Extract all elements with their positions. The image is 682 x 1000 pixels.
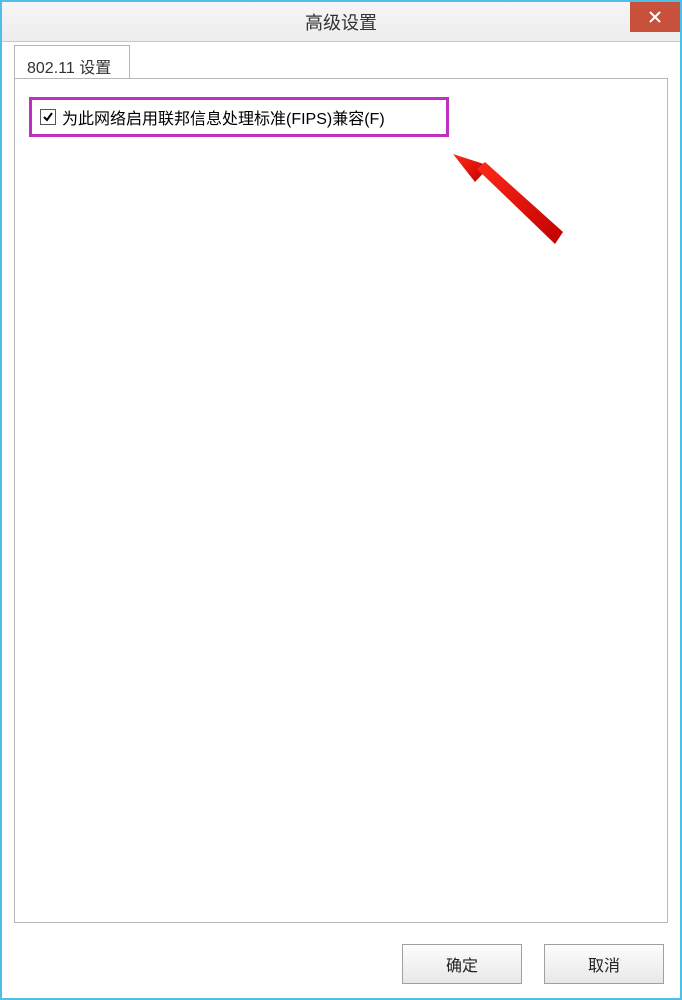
tab-label: 802.11 设置: [27, 60, 111, 77]
close-icon: [648, 10, 662, 24]
client-area: 802.11 设置 为此网络启用联邦信息处理标准(FIPS)兼容(F): [14, 44, 668, 923]
button-row: 确定 取消: [402, 944, 664, 984]
titlebar: 高级设置: [2, 2, 680, 42]
dialog-window: 高级设置 802.11 设置: [0, 0, 682, 1000]
annotation-arrow-icon: [435, 144, 595, 264]
cancel-button-label: 取消: [588, 952, 620, 976]
tab-panel: 为此网络启用联邦信息处理标准(FIPS)兼容(F): [14, 78, 668, 923]
check-icon: [42, 111, 54, 123]
annotation-highlight-box: 为此网络启用联邦信息处理标准(FIPS)兼容(F): [29, 97, 449, 137]
tab-header: 802.11 设置: [14, 44, 668, 78]
cancel-button[interactable]: 取消: [544, 944, 664, 984]
ok-button-label: 确定: [446, 952, 478, 976]
tab-container: 802.11 设置 为此网络启用联邦信息处理标准(FIPS)兼容(F): [14, 44, 668, 923]
fips-checkbox[interactable]: [40, 109, 56, 125]
fips-checkbox-label: 为此网络启用联邦信息处理标准(FIPS)兼容(F): [62, 105, 385, 129]
close-button[interactable]: [630, 2, 680, 32]
ok-button[interactable]: 确定: [402, 944, 522, 984]
window-title: 高级设置: [305, 9, 377, 35]
